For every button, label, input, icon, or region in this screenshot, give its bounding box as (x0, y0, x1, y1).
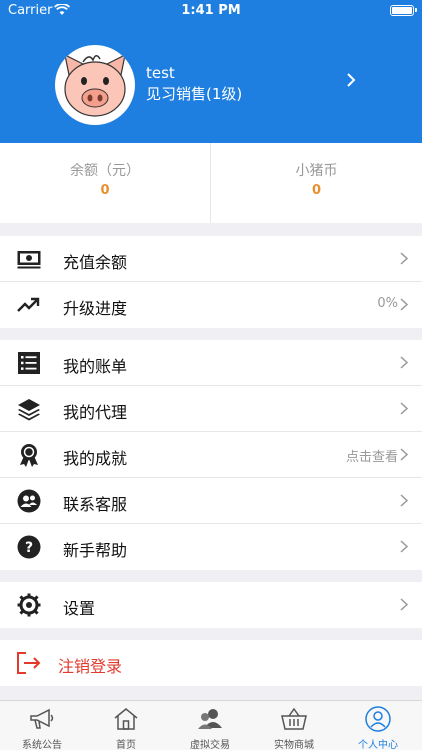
menu-item-achievement[interactable]: 我的成就 点击查看 (0, 432, 422, 478)
menu-group-settings: 设置 (0, 582, 422, 628)
chevron-right-icon (400, 298, 408, 311)
chevron-right-icon (400, 494, 408, 507)
chevron-right-icon (400, 356, 408, 369)
tab-announcements[interactable]: 系统公告 (0, 701, 84, 750)
pig-coin-label: 小猪币 (295, 163, 338, 179)
menu-item-label: 新手帮助 (63, 541, 128, 560)
tab-label: 个人中心 (358, 740, 398, 750)
chevron-right-icon[interactable] (343, 71, 359, 89)
achievement-hint: 点击查看 (345, 450, 398, 465)
logout-button[interactable]: 注销登录 (0, 640, 422, 686)
logout-label: 注销登录 (58, 657, 123, 676)
tab-label: 首页 (116, 740, 136, 750)
menu-item-bill[interactable]: 我的账单 (0, 340, 422, 386)
menu-item-label: 我的成就 (63, 449, 128, 468)
svg-text:?: ? (25, 540, 33, 556)
cash-icon (17, 251, 41, 269)
balance-column[interactable]: 余额（元） 0 (0, 143, 211, 223)
upgrade-progress-value: 0% (377, 296, 398, 311)
pig-coin-value: 0 (311, 183, 322, 198)
menu-item-label: 设置 (63, 599, 96, 618)
status-bar: Carrier 1:41 PM (0, 0, 422, 22)
menu-item-label: 充值余额 (63, 253, 128, 272)
menu-item-recharge[interactable]: 充值余额 (0, 236, 422, 282)
username: test (146, 64, 175, 82)
chevron-right-icon (400, 598, 408, 611)
menu-group-account: 我的账单 我的代理 我的成就 点击查看 联系客服 ? 新手帮助 (0, 340, 422, 570)
balance-card: 余额（元） 0 小猪币 0 (0, 143, 422, 223)
chevron-right-icon (400, 448, 408, 461)
menu-item-agent[interactable]: 我的代理 (0, 386, 422, 432)
tab-bar: 系统公告 首页 虚拟交易 实物商城 个人中心 (0, 700, 422, 750)
balance-value: 0 (100, 183, 110, 198)
award-icon (20, 444, 38, 467)
list-icon (18, 352, 40, 374)
pig-avatar-icon (64, 53, 126, 117)
profile-header[interactable]: test 见习销售(1级) (0, 22, 422, 143)
tab-store[interactable]: 实物商城 (252, 701, 336, 750)
contacts-icon (17, 489, 41, 513)
pig-coin-column[interactable]: 小猪币 0 (211, 143, 422, 223)
menu-item-label: 我的代理 (63, 403, 128, 422)
avatar[interactable] (55, 45, 135, 125)
balance-label: 余额（元） (70, 163, 140, 179)
basket-icon (281, 707, 307, 730)
chevron-right-icon (400, 252, 408, 265)
logout-icon (17, 652, 41, 674)
tab-label: 系统公告 (22, 740, 62, 750)
menu-item-upgrade[interactable]: 升级进度 0% (0, 282, 422, 328)
chevron-right-icon (400, 402, 408, 415)
menu-item-help[interactable]: ? 新手帮助 (0, 524, 422, 570)
clock: 1:41 PM (181, 3, 241, 18)
chevron-right-icon (400, 540, 408, 553)
help-icon: ? (17, 535, 41, 559)
menu-item-settings[interactable]: 设置 (0, 582, 422, 628)
home-icon (114, 708, 138, 730)
tab-home[interactable]: 首页 (84, 701, 168, 750)
user-icon (365, 706, 391, 732)
trending-up-icon (17, 297, 40, 312)
layers-icon (18, 399, 40, 421)
menu-item-label: 升级进度 (63, 299, 128, 318)
menu-item-label: 我的账单 (63, 357, 128, 376)
battery-icon (390, 5, 417, 16)
megaphone-icon (30, 708, 54, 729)
gear-icon (17, 593, 41, 617)
tab-virtual-trade[interactable]: 虚拟交易 (168, 701, 252, 750)
menu-group-wallet: 充值余额 升级进度 0% (0, 236, 422, 328)
tab-label: 虚拟交易 (190, 740, 230, 750)
menu-item-label: 联系客服 (63, 495, 128, 514)
menu-item-service[interactable]: 联系客服 (0, 478, 422, 524)
users-icon (198, 709, 222, 729)
tab-profile[interactable]: 个人中心 (336, 701, 420, 750)
tab-label: 实物商城 (274, 740, 314, 750)
user-level: 见习销售(1级) (146, 85, 243, 103)
